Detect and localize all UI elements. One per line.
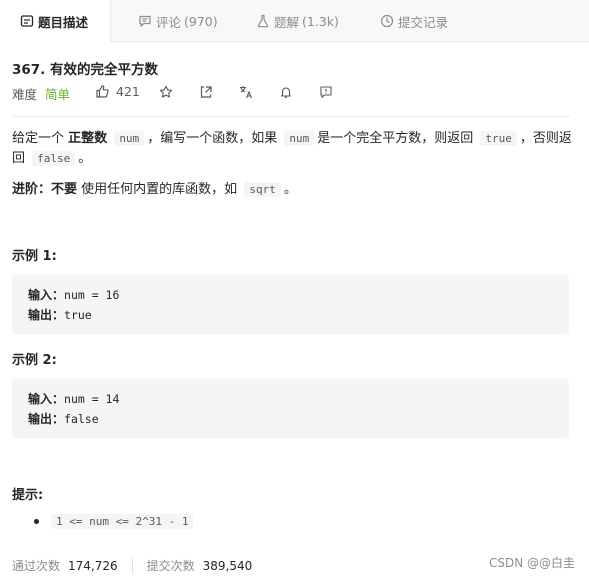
tab-solutions[interactable]: 题解 (1.3k) (256, 0, 339, 42)
inline-code: true (480, 131, 517, 146)
output-value: true (64, 308, 92, 322)
like-button[interactable]: 421 (95, 84, 140, 99)
feedback-icon (320, 86, 332, 98)
input-label: 输入： (28, 288, 65, 302)
thumbs-up-icon (96, 85, 109, 98)
tab-solutions-label: 题解 (274, 14, 300, 30)
flask-icon (257, 14, 269, 28)
tab-comments-count: (970) (184, 13, 218, 29)
advanced-text: 使用任何内置的库函数，如 (81, 182, 238, 197)
stats-divider (131, 557, 133, 574)
share-icon (200, 86, 212, 98)
accepted-label: 通过次数 (12, 559, 61, 573)
problem-description: 给定一个 正整数 num ，编写一个函数，如果 num 是一个完全平方数，则返回 t… (12, 129, 572, 169)
tab-comments[interactable]: 评论 (970) (138, 0, 218, 42)
desc-text: 回 (12, 151, 26, 166)
share-button[interactable] (198, 84, 214, 100)
tab-description[interactable]: 题目描述 (0, 0, 111, 42)
problem-title: 367. 有效的完全平方数 (12, 62, 159, 78)
desc-text: ，否则返 (519, 131, 572, 146)
advanced-note: 进阶：不要 使用任何内置的库函数，如 sqrt。 (12, 180, 572, 200)
tab-solutions-count: (1.3k) (302, 13, 339, 29)
example-block: 输入：num = 14 输出：false (12, 379, 569, 438)
translate-button[interactable] (238, 84, 254, 100)
output-label: 输出： (28, 308, 65, 322)
watermark: CSDN @@白圭 (488, 556, 575, 570)
bell-icon (280, 87, 292, 98)
desc-text: 。 (78, 151, 92, 166)
feedback-button[interactable] (318, 84, 334, 100)
notification-button[interactable] (278, 84, 294, 100)
example-heading: 示例 2: (12, 353, 57, 368)
favorite-button[interactable] (158, 84, 174, 100)
difficulty-value: 简单 (45, 86, 71, 102)
tab-submissions-label: 提交记录 (398, 14, 449, 30)
advanced-text: 。 (283, 182, 297, 197)
input-label: 输入： (28, 392, 65, 406)
difficulty: 难度 简单 (12, 84, 70, 102)
tab-description-label: 题目描述 (38, 14, 89, 30)
output-value: false (64, 412, 99, 426)
inline-code: num (114, 131, 145, 146)
translate-icon (240, 86, 253, 99)
advanced-label: 进阶： (12, 182, 52, 197)
output-label: 输出： (28, 412, 65, 426)
accepted-count: 174,726 (68, 558, 118, 573)
example-block: 输入：num = 16 输出：true (12, 275, 569, 334)
desc-text: ，编写一个函数，如果 (147, 131, 278, 146)
difficulty-label: 难度 (12, 86, 38, 102)
inline-code: num (284, 131, 315, 146)
inline-code: false (32, 151, 76, 166)
tab-comments-label: 评论 (156, 14, 182, 30)
advanced-bold: 不要 (51, 182, 78, 197)
comment-icon (139, 15, 151, 27)
document-icon (20, 15, 34, 27)
like-count: 421 (116, 84, 140, 99)
submission-stats: 通过次数 174,726 提交次数 389,540 (12, 557, 252, 574)
clock-icon (380, 14, 394, 28)
desc-bold: 正整数 (68, 131, 108, 146)
divider (12, 116, 570, 117)
example-heading: 示例 1: (12, 249, 57, 264)
desc-text: 是一个完全平方数，则返回 (317, 131, 474, 146)
inline-code: sqrt (244, 182, 281, 197)
submitted-count: 389,540 (202, 558, 253, 573)
input-value: num = 16 (64, 288, 120, 302)
tab-bar: 题目描述 评论 (970) 题解 (1.3k) 提交记录 (0, 0, 589, 42)
tab-submissions[interactable]: 提交记录 (380, 0, 448, 42)
input-value: num = 14 (64, 392, 120, 406)
star-icon (159, 85, 173, 98)
hint-code: 1 <= num <= 2^31 - 1 (51, 514, 194, 529)
bullet-icon (34, 519, 39, 524)
hints-heading: 提示: (12, 488, 44, 503)
desc-text: 给定一个 (12, 131, 65, 146)
submitted-label: 提交次数 (146, 559, 195, 573)
hint-item: 1 <= num <= 2^31 - 1 (34, 514, 194, 529)
